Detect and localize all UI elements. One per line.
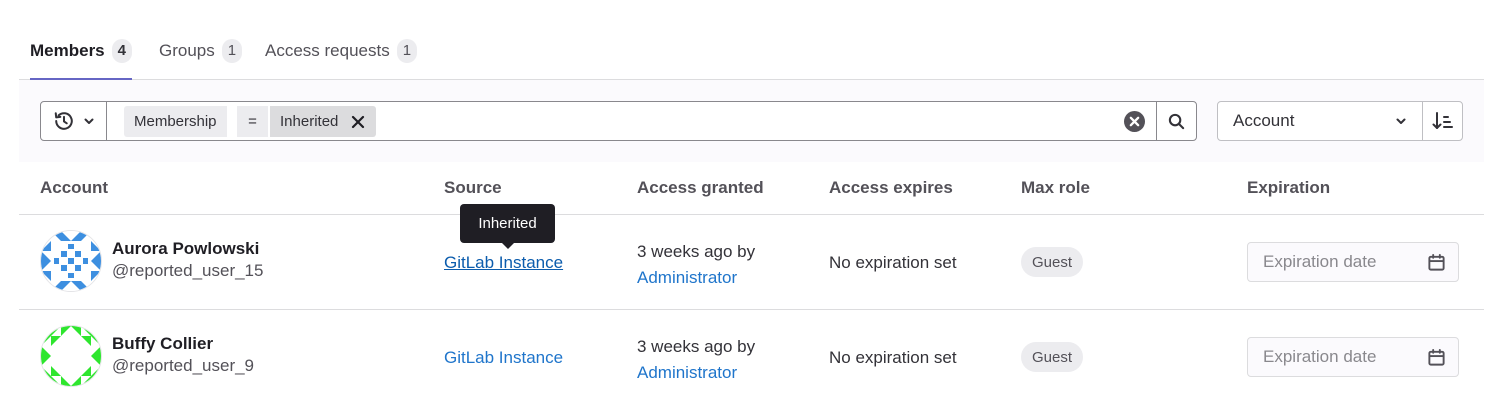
tab-label: Members (30, 40, 105, 60)
avatar[interactable] (40, 230, 102, 292)
granted-by-link[interactable]: Administrator (637, 268, 737, 287)
sort-ascending-icon (1432, 112, 1453, 129)
close-icon[interactable] (350, 114, 366, 130)
sort-field-label: Account (1233, 111, 1295, 130)
tab-groups[interactable]: Groups 1 (159, 22, 243, 79)
access-granted: 3 weeks ago by Administrator (637, 239, 755, 291)
column-header-access-expires: Access expires (829, 178, 953, 197)
member-username: @reported_user_9 (112, 356, 255, 375)
expiration-date-placeholder: Expiration date (1263, 347, 1377, 366)
expiration-date-input[interactable]: Expiration date (1247, 337, 1459, 377)
sort-field-dropdown[interactable]: Account (1217, 101, 1423, 141)
member-username: @reported_user_15 (112, 261, 264, 280)
column-header-account[interactable]: Account (40, 178, 108, 198)
expiration-date-input[interactable]: Expiration date (1247, 242, 1459, 282)
tab-access-requests[interactable]: Access requests 1 (265, 22, 418, 79)
table-row: Buffy Collier @reported_user_9 GitLab In… (19, 310, 1484, 404)
access-expires: No expiration set (829, 253, 957, 272)
filter-bar: Membership = Inherited Account (19, 80, 1484, 162)
granted-by-link[interactable]: Administrator (637, 363, 737, 382)
role-badge: Guest (1021, 342, 1084, 372)
filtered-search-input[interactable]: Membership = Inherited (106, 101, 1157, 141)
calendar-icon (1428, 348, 1445, 366)
source-link[interactable]: GitLab Instance (444, 253, 563, 273)
role-badge: Guest (1021, 247, 1084, 277)
source-link[interactable]: GitLab Instance (444, 348, 563, 368)
filter-token-value-label: Inherited (280, 113, 339, 130)
column-header-max-role: Max role (1021, 178, 1090, 197)
access-granted: 3 weeks ago by Administrator (637, 334, 755, 386)
chevron-down-icon (1396, 118, 1406, 124)
filter-token-value[interactable]: Inherited (270, 106, 377, 137)
column-header-source: Source (444, 178, 502, 197)
avatar[interactable] (40, 325, 102, 387)
filter-token-field[interactable]: Membership (124, 106, 227, 137)
tab-label: Access requests (265, 40, 390, 60)
access-expires: No expiration set (829, 348, 957, 367)
sort-direction-button[interactable] (1422, 101, 1463, 141)
chevron-down-icon (84, 118, 93, 124)
member-name[interactable]: Buffy Collier (112, 334, 213, 354)
calendar-icon (1428, 253, 1445, 271)
member-tabs: Members 4 Groups 1 Access requests 1 (19, 22, 1484, 80)
access-granted-text: 3 weeks ago by (637, 242, 756, 261)
clear-search-icon[interactable] (1124, 111, 1145, 132)
search-button[interactable] (1156, 101, 1197, 141)
search-icon (1168, 113, 1185, 129)
tab-label: Groups (159, 40, 215, 60)
source-tooltip: Inherited (460, 204, 555, 249)
column-header-access-granted: Access granted (637, 178, 764, 197)
history-icon (54, 112, 73, 130)
filter-token-operator[interactable]: = (237, 106, 268, 137)
tab-count-badge: 4 (111, 38, 132, 63)
table-header: Account Source Access granted Access exp… (19, 162, 1484, 215)
member-name[interactable]: Aurora Powlowski (112, 239, 259, 259)
access-granted-text: 3 weeks ago by (637, 337, 756, 356)
members-table: Account Source Access granted Access exp… (19, 162, 1484, 404)
expiration-date-placeholder: Expiration date (1263, 252, 1377, 271)
column-header-expiration: Expiration (1247, 178, 1331, 197)
table-row: Aurora Powlowski @reported_user_15 GitLa… (19, 215, 1484, 310)
tab-count-badge: 1 (396, 38, 418, 63)
tab-count-badge: 1 (221, 38, 243, 63)
recent-searches-button[interactable] (40, 101, 107, 141)
tab-members[interactable]: Members 4 (30, 22, 132, 80)
